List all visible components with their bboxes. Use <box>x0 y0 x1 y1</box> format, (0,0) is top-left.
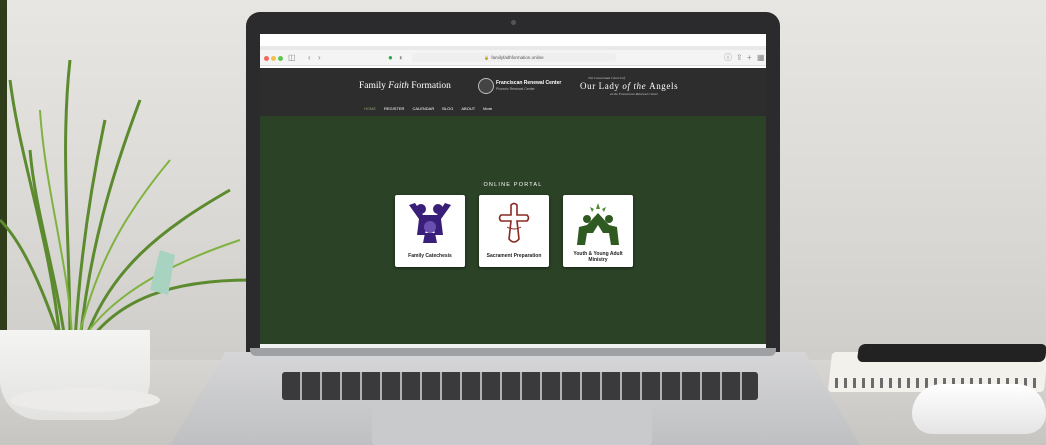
laptop-screen: ◫ ‹ › ● ◐ 🔒 familyfaithformation.online ⓘ… <box>260 34 766 348</box>
camera-icon <box>511 20 516 25</box>
card-label-line2: Ministry <box>588 257 608 263</box>
back-icon[interactable]: ‹ <box>308 52 311 64</box>
site-nav: HOME REGISTER CALENDAR BLOG ABOUT More <box>364 106 492 111</box>
cross-icon <box>498 202 530 243</box>
nav-calendar[interactable]: CALENDAR <box>412 106 434 111</box>
mouse-image <box>912 384 1046 434</box>
new-tab-icon[interactable]: + <box>747 52 752 64</box>
frc-subtitle: Phoenix Renewal Center <box>496 87 535 91</box>
share-icon[interactable]: ⇪ <box>736 52 743 64</box>
site-header <box>260 68 766 116</box>
brand-prefix: Family <box>359 81 389 91</box>
nav-more[interactable]: More <box>483 106 492 111</box>
olqa-sub-line: at the Franciscan Renewal Center <box>610 92 659 96</box>
youth-icon <box>577 203 619 245</box>
nav-home[interactable]: HOME <box>364 106 376 111</box>
trackpad <box>372 405 652 445</box>
frc-logo-icon <box>478 78 494 94</box>
forward-icon[interactable]: › <box>318 52 321 64</box>
keyboard <box>282 372 758 400</box>
card-family-catechesis[interactable]: Family Catechesis <box>395 195 465 267</box>
url-text: familyfaithformation.online <box>491 55 544 60</box>
olqa-part-c: Angels <box>649 81 679 91</box>
info-icon[interactable]: ⓘ <box>724 52 732 64</box>
olqa-top-line: The Conventual Church of <box>588 76 626 80</box>
lock-icon: 🔒 <box>484 55 490 60</box>
card-sacrament-preparation[interactable]: Sacrament Preparation <box>479 195 549 267</box>
minimize-window-button[interactable] <box>271 56 276 61</box>
card-label: Family Catechesis <box>408 253 452 259</box>
hero-bottom-edge <box>260 344 766 348</box>
maximize-window-button[interactable] <box>278 56 283 61</box>
olqa-part-b: of the <box>619 81 650 91</box>
brand-suffix: Formation <box>408 81 451 91</box>
laptop-hinge <box>250 348 776 356</box>
nav-about[interactable]: ABOUT <box>461 106 475 111</box>
extension-icon[interactable]: ● <box>388 52 393 64</box>
close-window-button[interactable] <box>264 56 269 61</box>
card-youth-ministry[interactable]: Youth & Young Adult Ministry <box>563 195 633 267</box>
portal-title: ONLINE PORTAL <box>483 182 543 188</box>
nav-blog[interactable]: BLOG <box>442 106 453 111</box>
privacy-icon[interactable]: ◐ <box>399 52 404 64</box>
tabs-overview-icon[interactable]: ▦ <box>757 52 765 64</box>
olqa-part-a: Our Lady <box>580 81 620 91</box>
family-icon <box>409 203 451 243</box>
address-bar[interactable]: 🔒 familyfaithformation.online <box>412 53 616 62</box>
frc-name: Franciscan Renewal Center <box>496 80 562 86</box>
site-brand[interactable]: Family Faith Formation <box>359 81 451 91</box>
brand-italic: Faith <box>388 81 409 91</box>
saucer-image <box>10 388 160 412</box>
card-label: Sacrament Preparation <box>486 253 542 259</box>
phone-image <box>856 344 1046 362</box>
nav-register[interactable]: REGISTER <box>384 106 404 111</box>
olqa-title: Our Lady of the Angels <box>580 81 678 91</box>
sidebar-icon[interactable]: ◫ <box>288 52 296 64</box>
